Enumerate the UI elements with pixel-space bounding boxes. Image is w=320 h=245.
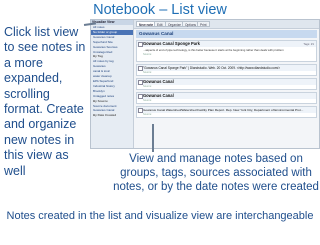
note-title[interactable]: Gowanus Canal [137, 79, 316, 86]
note-checkbox[interactable] [138, 42, 143, 48]
note-card[interactable]: Gowanus Canal Watershed/Watershed Facili… [136, 106, 317, 118]
note-source-label: Source: [143, 113, 152, 116]
note-title-text: Gowanus Canal [143, 93, 174, 98]
note-source-label: Source: [143, 71, 152, 74]
note-meta: Tags: #1 [303, 42, 314, 46]
bottom-caption: Notes created in the list and visualize … [6, 210, 314, 222]
note-title[interactable]: "Gowanus Canal Sponge Park" | Dlandstudi… [137, 65, 316, 72]
tab-edit[interactable]: Edit [154, 21, 166, 27]
tab-print[interactable]: Print [197, 21, 210, 27]
note-source-label: Source: [143, 99, 152, 102]
note-title-text: "Gowanus Canal Sponge Park" | Dlandstudi… [143, 66, 281, 70]
mid-caption: View and manage notes based on groups, t… [113, 153, 319, 194]
note-checkbox[interactable] [138, 94, 143, 100]
note-title-text: Gowanus Canal Sponge Park [143, 41, 200, 46]
note-card[interactable]: "Gowanus Canal Sponge Park" | Dlandstudi… [136, 64, 317, 76]
note-checkbox[interactable] [138, 66, 143, 72]
group-header[interactable]: Gowanus Canal [136, 30, 317, 38]
slide-title: Notebook – List view [93, 2, 227, 18]
note-card[interactable]: Gowanus Canal Source: [136, 92, 317, 104]
left-caption: Click list view to see notes in a more e… [4, 25, 86, 178]
note-title[interactable]: Gowanus Canal Watershed/Watershed Facili… [137, 107, 316, 113]
note-title-text: Gowanus Canal Watershed/Watershed Facili… [143, 108, 304, 112]
note-source-label: Source: [143, 85, 152, 88]
note-checkbox[interactable] [138, 108, 143, 113]
note-title-text: Gowanus Canal [143, 79, 174, 84]
note-source-label: Source: [143, 53, 152, 56]
note-title[interactable]: Gowanus Canal [137, 93, 316, 100]
notebook-list-view-screenshot: Visualize View All notes No folder or gr… [90, 19, 320, 149]
note-card[interactable]: Gowanus Canal Source: [136, 78, 317, 90]
sidebar: Visualize View All notes No folder or gr… [91, 20, 134, 148]
note-checkbox[interactable] [138, 80, 143, 86]
sidebar-section-by-date[interactable]: By Date Created [91, 113, 133, 118]
note-card[interactable]: Gowanus Canal Sponge Park Tags: #1 ...as… [136, 40, 317, 62]
toolbar: New note Edit Organize Options Print [134, 20, 319, 29]
note-title[interactable]: Gowanus Canal Sponge Park Tags: #1 [137, 41, 316, 48]
caption-callout-line [152, 124, 154, 152]
